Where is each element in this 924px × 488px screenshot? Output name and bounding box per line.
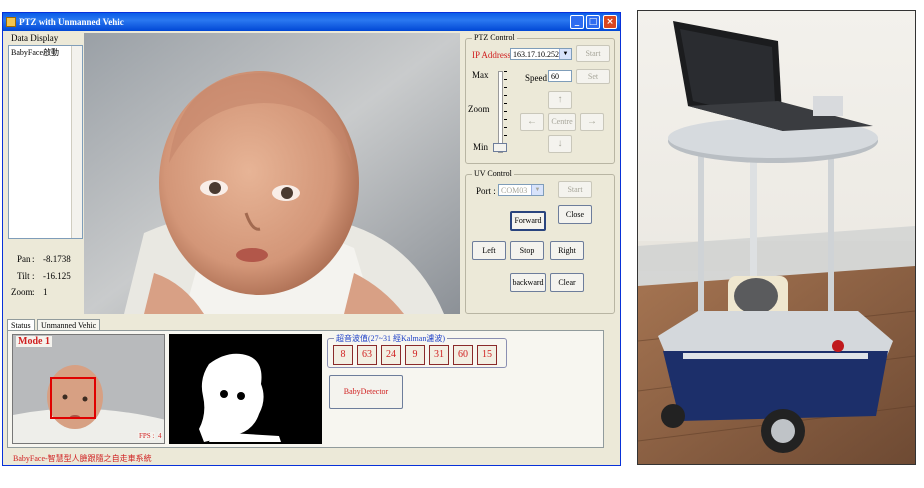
app-window: PTZ with Unmanned Vehic _ □ × Data Displ… bbox=[2, 12, 621, 466]
footer-status: BabyFace-智慧型人臉跟隨之自走車系統 bbox=[13, 454, 152, 463]
fps-value: 4 bbox=[158, 432, 162, 440]
camera-view bbox=[84, 33, 460, 314]
robot-photo bbox=[637, 10, 916, 465]
uv-start-button[interactable]: Start bbox=[558, 181, 592, 198]
sonar-value-7: 15 bbox=[477, 345, 497, 365]
baby-face-image bbox=[84, 33, 460, 314]
zoom-slider-ticks bbox=[504, 71, 507, 151]
pan-value: -8.1738 bbox=[43, 254, 71, 264]
tracking-view: Mode 1 FPS : 4 bbox=[12, 334, 165, 444]
sonar-title: 超音波值(27~31 經Kalman濾波) bbox=[334, 333, 447, 344]
pan-down-button[interactable]: ↓ bbox=[548, 135, 572, 153]
zoom-min-label: Min bbox=[473, 142, 489, 152]
sonar-value-5: 31 bbox=[429, 345, 449, 365]
backward-button[interactable]: backward bbox=[510, 273, 546, 292]
pan-left-button[interactable]: ← bbox=[520, 113, 544, 131]
binary-mask-image bbox=[199, 353, 281, 442]
maximize-button[interactable]: □ bbox=[586, 15, 600, 29]
minimize-button[interactable]: _ bbox=[570, 15, 584, 29]
forward-button[interactable]: Forward bbox=[510, 211, 546, 231]
tracking-image bbox=[13, 335, 164, 443]
close-button[interactable]: × bbox=[603, 15, 617, 29]
baby-detector-button[interactable]: BabyDetector bbox=[329, 375, 403, 409]
ptz-control-group: PTZ Control IP Address : 163.17.10.252 ▼… bbox=[465, 33, 615, 164]
uv-left-button[interactable]: Left bbox=[472, 241, 506, 260]
clear-button[interactable]: Clear bbox=[550, 273, 584, 292]
zoom-slider[interactable] bbox=[492, 71, 508, 153]
speed-set-button[interactable]: Set bbox=[576, 69, 610, 84]
sonar-value-3: 24 bbox=[381, 345, 401, 365]
robot-photo-image bbox=[638, 11, 915, 464]
binary-mask-view bbox=[169, 334, 322, 444]
chevron-down-icon[interactable]: ▼ bbox=[559, 49, 571, 59]
tilt-value: -16.125 bbox=[43, 271, 71, 281]
title-bar[interactable]: PTZ with Unmanned Vehic _ □ × bbox=[3, 13, 620, 31]
speed-label: Speed bbox=[525, 73, 547, 83]
centre-button[interactable]: Centre bbox=[548, 113, 576, 131]
fps-label: FPS : bbox=[138, 432, 156, 440]
window-title: PTZ with Unmanned Vehic bbox=[19, 17, 124, 27]
sonar-value-6: 60 bbox=[453, 345, 473, 365]
zoom-value: 1 bbox=[43, 287, 48, 297]
zoom-slider-track bbox=[498, 71, 503, 153]
port-value: COM03 bbox=[501, 186, 528, 195]
sonar-value-2: 63 bbox=[357, 345, 377, 365]
uv-close-button[interactable]: Close bbox=[558, 205, 592, 224]
zoom-label: Zoom bbox=[11, 287, 33, 297]
port-label: Port : bbox=[476, 186, 496, 196]
mode-label: Mode 1 bbox=[16, 336, 52, 347]
uv-control-group: UV Control Port : COM03 ▼ Start Close Fo… bbox=[465, 169, 615, 314]
zoom-slider-thumb[interactable] bbox=[493, 143, 507, 152]
ip-address-combo[interactable]: 163.17.10.252 ▼ bbox=[510, 48, 572, 60]
list-scrollbar[interactable] bbox=[71, 46, 82, 238]
sonar-group: 超音波值(27~31 經Kalman濾波) 8 63 24 9 31 60 15 bbox=[327, 333, 507, 368]
speed-input[interactable]: 60 bbox=[548, 70, 572, 82]
data-display-list[interactable]: BabyFace啟動 bbox=[8, 45, 83, 239]
sonar-value-1: 8 bbox=[333, 345, 353, 365]
port-combo[interactable]: COM03 ▼ bbox=[498, 184, 544, 196]
ptz-start-button[interactable]: Start bbox=[576, 45, 610, 62]
ptz-control-title: PTZ Control bbox=[472, 33, 517, 42]
uv-right-button[interactable]: Right bbox=[550, 241, 584, 260]
data-display-label: Data Display bbox=[11, 33, 59, 43]
ip-address-value: 163.17.10.252 bbox=[513, 50, 559, 59]
chevron-down-icon[interactable]: ▼ bbox=[531, 185, 543, 195]
zoom-max-label: Max bbox=[472, 70, 489, 80]
pan-label: Pan bbox=[17, 254, 31, 264]
pan-up-button[interactable]: ↑ bbox=[548, 91, 572, 109]
app-icon bbox=[6, 17, 16, 27]
zoom-slider-label: Zoom bbox=[468, 104, 490, 114]
pan-right-button[interactable]: → bbox=[580, 113, 604, 131]
stop-button[interactable]: Stop bbox=[510, 241, 544, 260]
uv-control-title: UV Control bbox=[472, 169, 514, 178]
tilt-label: Tilt bbox=[17, 271, 30, 281]
sonar-value-4: 9 bbox=[405, 345, 425, 365]
